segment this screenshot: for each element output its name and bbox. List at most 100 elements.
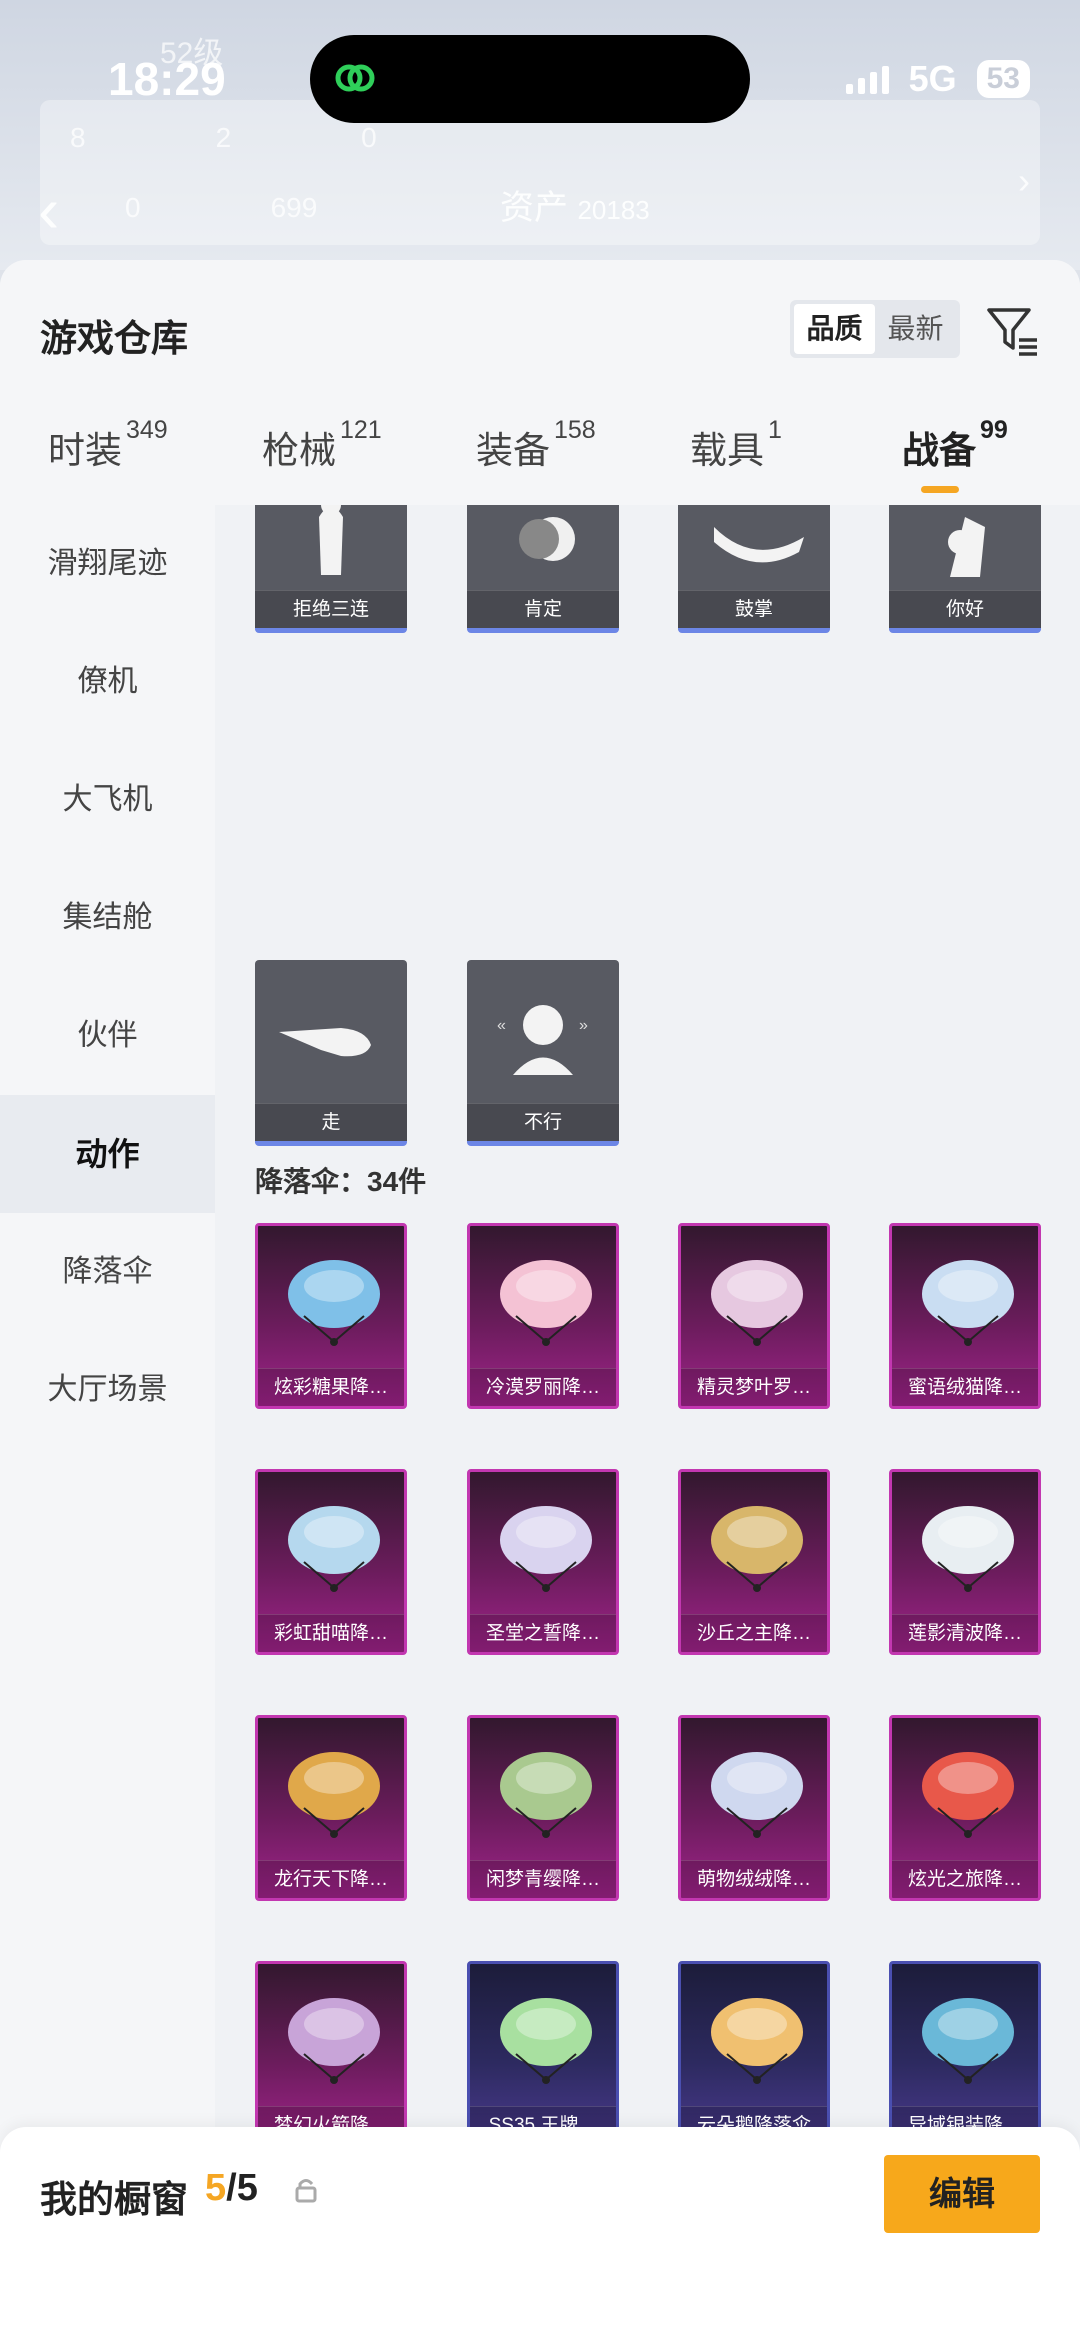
item-grid: 拒绝三连 肯定 鼓掌 你好 走 «» 不行 降落伞：34件 炫彩糖果降… 冷漠罗丽… [215, 505, 1080, 2347]
stat-value: 2 [215, 122, 232, 153]
parachute-card[interactable]: 冷漠罗丽降… [467, 1223, 619, 1409]
parachute-card[interactable]: SS35 王牌… [467, 1961, 619, 2147]
stat-value: 0 [361, 122, 377, 153]
nav-item-companion[interactable]: 伙伴 [0, 977, 215, 1095]
emote-head-icon [519, 517, 575, 561]
parachute-icon [922, 1998, 1014, 2084]
tab-count: 99 [980, 416, 1008, 444]
nav-item-emotes[interactable]: 动作 [0, 1095, 215, 1213]
emote-card[interactable]: 鼓掌 [678, 505, 830, 633]
parachute-icon [500, 1752, 592, 1838]
parachute-name: 炫光之旅降… [892, 1860, 1038, 1898]
tab-combat-gear[interactable]: 战备 99 [902, 416, 1008, 474]
tab-label: 装备 [476, 430, 550, 471]
svg-text:«: « [497, 1017, 506, 1034]
sheet-title: 游戏仓库 [40, 318, 188, 359]
showcase-bar: 我的橱窗 5/5 编辑 [0, 2127, 1080, 2347]
tab-label: 时装 [48, 430, 122, 471]
warehouse-sheet: 游戏仓库 品质 最新 时装 349 枪械 121 装备 158 载具 1 战备 99 滑翔… [0, 260, 1080, 2347]
network-type: 5G [908, 58, 957, 99]
nav-item-parachute[interactable]: 降落伞 [0, 1213, 215, 1331]
parachute-card[interactable]: 圣堂之誓降… [467, 1469, 619, 1655]
emote-card[interactable]: «» 不行 [467, 960, 619, 1146]
sort-quality-button[interactable]: 品质 [794, 304, 875, 354]
nav-item-glide-trail[interactable]: 滑翔尾迹 [0, 505, 215, 623]
parachute-name: 冷漠罗丽降… [470, 1368, 616, 1406]
parachute-card[interactable]: 闲梦青缨降… [467, 1715, 619, 1901]
emote-shake-head-icon: «» [497, 1005, 588, 1075]
showcase-count: 5/5 [205, 2167, 258, 2210]
emote-card[interactable]: 肯定 [467, 505, 619, 633]
tab-count: 121 [340, 416, 382, 444]
emote-figure-icon [319, 505, 343, 575]
app-logo-icon [335, 64, 375, 92]
parachute-card[interactable]: 炫彩糖果降… [255, 1223, 407, 1409]
parachute-card[interactable]: 异域银装降… [889, 1961, 1041, 2147]
parachute-card[interactable]: 蜜语绒猫降… [889, 1223, 1041, 1409]
parachute-icon [288, 1752, 380, 1838]
parachute-name: 圣堂之誓降… [470, 1614, 616, 1652]
parachute-card[interactable]: 云朵鹅降落伞 [678, 1961, 830, 2147]
tab-label: 枪械 [262, 430, 336, 471]
tab-count: 349 [126, 416, 168, 444]
parachute-card[interactable]: 沙丘之主降… [678, 1469, 830, 1655]
signal-icon [845, 64, 889, 94]
emote-clap-icon [714, 527, 804, 563]
chevron-right-icon[interactable]: › [1018, 160, 1030, 202]
emote-name: 不行 [467, 1103, 619, 1141]
parachute-icon [500, 1260, 592, 1346]
parachute-icon [288, 1998, 380, 2084]
stat-value: 699 [270, 192, 318, 223]
parachute-icon [711, 1506, 803, 1592]
asset-value: 20183 [577, 195, 650, 225]
active-tab-indicator [921, 486, 959, 493]
parachute-icon [711, 1260, 803, 1346]
parachute-name: 萌物绒绒降… [681, 1860, 827, 1898]
parachute-card[interactable]: 龙行天下降… [255, 1715, 407, 1901]
emote-card[interactable]: 拒绝三连 [255, 505, 407, 633]
parachute-icon [288, 1506, 380, 1592]
asset-label: 资产 [500, 189, 568, 227]
tab-equipment[interactable]: 装备 158 [476, 416, 596, 474]
parachute-icon [922, 1506, 1014, 1592]
parachute-card[interactable]: 精灵梦叶罗… [678, 1223, 830, 1409]
tab-guns[interactable]: 枪械 121 [262, 416, 382, 474]
parachute-name: 精灵梦叶罗… [681, 1368, 827, 1406]
parachute-card[interactable]: 彩虹甜喵降… [255, 1469, 407, 1655]
emote-card[interactable]: 走 [255, 960, 407, 1146]
nav-item-lobby-scene[interactable]: 大厅场景 [0, 1331, 215, 1449]
emote-card[interactable]: 你好 [889, 505, 1041, 633]
sort-newest-button[interactable]: 最新 [875, 304, 956, 354]
status-time: 18:29 [108, 53, 226, 105]
emote-name: 拒绝三连 [255, 590, 407, 628]
filter-icon[interactable] [985, 302, 1041, 358]
nav-item-big-plane[interactable]: 大飞机 [0, 741, 215, 859]
status-indicators: 5G 53 [845, 58, 1030, 100]
parachute-card[interactable]: 萌物绒绒降… [678, 1715, 830, 1901]
parachute-icon [922, 1752, 1014, 1838]
battery-icon: 53 [976, 60, 1030, 98]
nav-item-wingman[interactable]: 僚机 [0, 623, 215, 741]
back-arrow-icon[interactable]: ‹ [38, 178, 59, 242]
tab-vehicles[interactable]: 载具 1 [690, 416, 782, 474]
parachute-card[interactable]: 莲影清波降… [889, 1469, 1041, 1655]
parachute-icon [500, 1506, 592, 1592]
parachute-name: 炫彩糖果降… [258, 1368, 404, 1406]
stats-row: 0 699 [125, 192, 317, 224]
showcase-current: 5 [205, 2167, 227, 2209]
asset-summary: 资产 20183 [500, 180, 650, 229]
parachute-name: 彩虹甜喵降… [258, 1614, 404, 1652]
emote-name: 鼓掌 [678, 590, 830, 628]
tab-label: 载具 [690, 430, 764, 471]
parachute-card[interactable]: 梦幻火箭降… [255, 1961, 407, 2147]
dynamic-island [310, 35, 750, 123]
parachute-card[interactable]: 炫光之旅降… [889, 1715, 1041, 1901]
nav-item-assembly-pod[interactable]: 集结舱 [0, 859, 215, 977]
lock-icon [295, 2179, 317, 2203]
parachute-icon [922, 1260, 1014, 1346]
sort-toggle[interactable]: 品质 最新 [790, 300, 960, 358]
edit-button[interactable]: 编辑 [884, 2155, 1040, 2233]
parachute-section-title: 降落伞：34件 [255, 1166, 427, 1197]
tab-fashion[interactable]: 时装 349 [48, 416, 168, 474]
tab-count: 1 [768, 416, 782, 444]
